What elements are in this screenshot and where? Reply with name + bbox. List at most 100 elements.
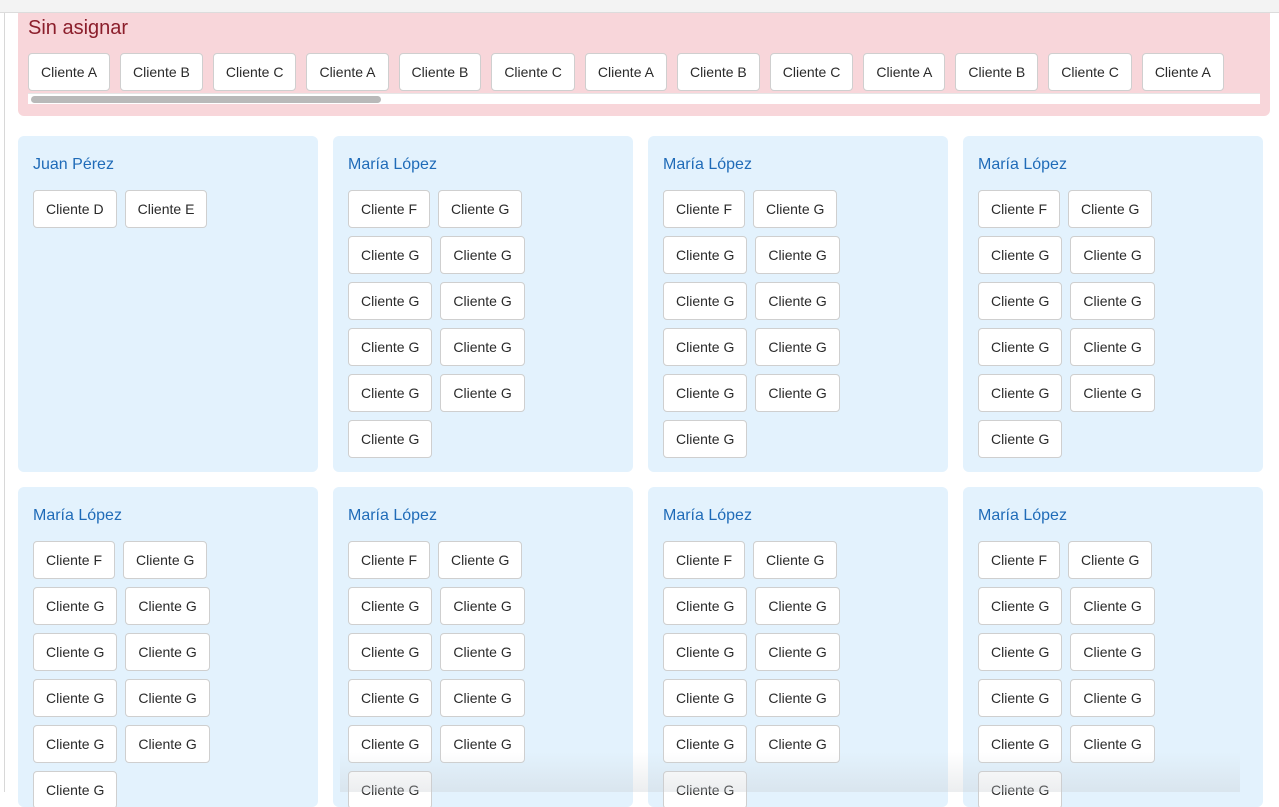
client-chip[interactable]: Cliente G	[348, 282, 433, 320]
client-chip[interactable]: Cliente G	[125, 679, 210, 717]
client-chip[interactable]: Cliente G	[1070, 587, 1155, 625]
client-chip[interactable]: Cliente G	[978, 587, 1063, 625]
client-chip[interactable]: Cliente G	[978, 679, 1063, 717]
client-chip[interactable]: Cliente A	[863, 53, 946, 91]
client-chip[interactable]: Cliente G	[753, 190, 838, 228]
client-chip[interactable]: Cliente G	[348, 328, 433, 366]
client-chip[interactable]: Cliente F	[978, 190, 1061, 228]
client-chip[interactable]: Cliente C	[212, 53, 297, 91]
client-chip[interactable]: Cliente G	[755, 328, 840, 366]
client-chip[interactable]: Cliente G	[440, 679, 525, 717]
client-chip[interactable]: Cliente A	[584, 53, 667, 91]
client-chip[interactable]: Cliente G	[33, 725, 118, 763]
client-chip[interactable]: Cliente C	[491, 53, 575, 91]
client-chip[interactable]: Cliente G	[1068, 190, 1153, 228]
client-chip[interactable]: Cliente G	[663, 420, 748, 458]
client-chip[interactable]: Cliente G	[753, 541, 838, 579]
client-chip[interactable]: Cliente C	[769, 53, 854, 91]
client-chip[interactable]: Cliente G	[348, 725, 433, 763]
client-chip[interactable]: Cliente G	[440, 236, 525, 274]
client-chip[interactable]: Cliente G	[663, 374, 748, 412]
client-chip[interactable]: Cliente G	[1070, 374, 1155, 412]
client-chip[interactable]: Cliente G	[978, 633, 1063, 671]
client-chip[interactable]: Cliente G	[440, 282, 525, 320]
scrollbar-thumb[interactable]	[31, 96, 381, 103]
client-chip[interactable]: Cliente G	[978, 374, 1063, 412]
client-chip[interactable]: Cliente A	[28, 53, 111, 91]
client-chip[interactable]: Cliente G	[348, 771, 433, 807]
client-chip[interactable]: Cliente G	[1070, 282, 1155, 320]
assignee-chip-list[interactable]: Cliente D Cliente E	[33, 190, 303, 236]
assignee-chip-list[interactable]: Cliente F Cliente G Cliente G Cliente G Clie…	[978, 190, 1248, 466]
client-chip[interactable]: Cliente D	[33, 190, 117, 228]
client-chip[interactable]: Cliente G	[33, 633, 118, 671]
assignee-chip-list[interactable]: Cliente F Cliente G Cliente G Cliente G Clie…	[978, 541, 1248, 807]
assignee-chip-list[interactable]: Cliente F Cliente G Cliente G Cliente G Clie…	[663, 541, 933, 807]
client-chip[interactable]: Cliente G	[33, 587, 118, 625]
client-chip[interactable]: Cliente A	[1141, 53, 1224, 91]
client-chip[interactable]: Cliente G	[348, 374, 433, 412]
client-chip[interactable]: Cliente G	[755, 236, 840, 274]
client-chip[interactable]: Cliente G	[978, 328, 1063, 366]
client-chip[interactable]: Cliente G	[438, 190, 523, 228]
assignee-chip-list[interactable]: Cliente F Cliente G Cliente G Cliente G Clie…	[348, 190, 618, 466]
client-chip[interactable]: Cliente G	[440, 633, 525, 671]
assignee-chip-list[interactable]: Cliente F Cliente G Cliente G Cliente G Clie…	[348, 541, 618, 807]
client-chip[interactable]: Cliente B	[120, 53, 203, 91]
client-chip[interactable]: Cliente G	[978, 420, 1063, 458]
client-chip[interactable]: Cliente G	[348, 236, 433, 274]
client-chip[interactable]: Cliente F	[348, 541, 431, 579]
client-chip[interactable]: Cliente G	[663, 587, 748, 625]
client-chip[interactable]: Cliente G	[348, 420, 433, 458]
client-chip[interactable]: Cliente G	[755, 679, 840, 717]
client-chip[interactable]: Cliente G	[440, 328, 525, 366]
client-chip[interactable]: Cliente B	[676, 53, 760, 91]
client-chip[interactable]: Cliente G	[663, 633, 748, 671]
client-chip[interactable]: Cliente F	[33, 541, 116, 579]
client-chip[interactable]: Cliente G	[663, 328, 748, 366]
unassigned-chip-row[interactable]: Cliente A Cliente B Cliente C Cliente A Clie…	[28, 53, 1260, 93]
client-chip[interactable]: Cliente G	[663, 236, 748, 274]
client-chip[interactable]: Cliente G	[438, 541, 523, 579]
client-chip[interactable]: Cliente G	[33, 679, 118, 717]
client-chip[interactable]: Cliente G	[125, 587, 210, 625]
client-chip[interactable]: Cliente G	[755, 374, 840, 412]
client-chip[interactable]: Cliente G	[755, 633, 840, 671]
client-chip[interactable]: Cliente B	[955, 53, 1039, 91]
client-chip[interactable]: Cliente G	[755, 725, 840, 763]
client-chip[interactable]: Cliente G	[663, 282, 748, 320]
client-chip[interactable]: Cliente G	[440, 587, 525, 625]
client-chip[interactable]: Cliente G	[348, 633, 433, 671]
client-chip[interactable]: Cliente B	[398, 53, 482, 91]
client-chip[interactable]: Cliente G	[663, 771, 748, 807]
assignee-chip-list[interactable]: Cliente F Cliente G Cliente G Cliente G Clie…	[33, 541, 303, 807]
client-chip[interactable]: Cliente E	[124, 190, 208, 228]
client-chip[interactable]: Cliente G	[125, 725, 210, 763]
client-chip[interactable]: Cliente G	[348, 587, 433, 625]
client-chip[interactable]: Cliente G	[33, 771, 118, 807]
client-chip[interactable]: Cliente G	[978, 725, 1063, 763]
client-chip[interactable]: Cliente G	[1070, 633, 1155, 671]
assignee-chip-list[interactable]: Cliente F Cliente G Cliente G Cliente G Clie…	[663, 190, 933, 466]
client-chip[interactable]: Cliente G	[1070, 725, 1155, 763]
client-chip[interactable]: Cliente G	[978, 771, 1063, 807]
client-chip[interactable]: Cliente G	[125, 633, 210, 671]
client-chip[interactable]: Cliente F	[348, 190, 431, 228]
client-chip[interactable]: Cliente G	[755, 282, 840, 320]
client-chip[interactable]: Cliente G	[348, 679, 433, 717]
client-chip[interactable]: Cliente G	[663, 679, 748, 717]
client-chip[interactable]: Cliente A	[306, 53, 389, 91]
client-chip[interactable]: Cliente G	[440, 725, 525, 763]
client-chip[interactable]: Cliente G	[1068, 541, 1153, 579]
client-chip[interactable]: Cliente C	[1048, 53, 1132, 91]
client-chip[interactable]: Cliente F	[978, 541, 1061, 579]
client-chip[interactable]: Cliente G	[440, 374, 525, 412]
client-chip[interactable]: Cliente G	[978, 282, 1063, 320]
client-chip[interactable]: Cliente G	[978, 236, 1063, 274]
client-chip[interactable]: Cliente F	[663, 190, 746, 228]
client-chip[interactable]: Cliente F	[663, 541, 746, 579]
client-chip[interactable]: Cliente G	[123, 541, 208, 579]
horizontal-scrollbar[interactable]	[28, 93, 1260, 104]
client-chip[interactable]: Cliente G	[1070, 679, 1155, 717]
client-chip[interactable]: Cliente G	[663, 725, 748, 763]
